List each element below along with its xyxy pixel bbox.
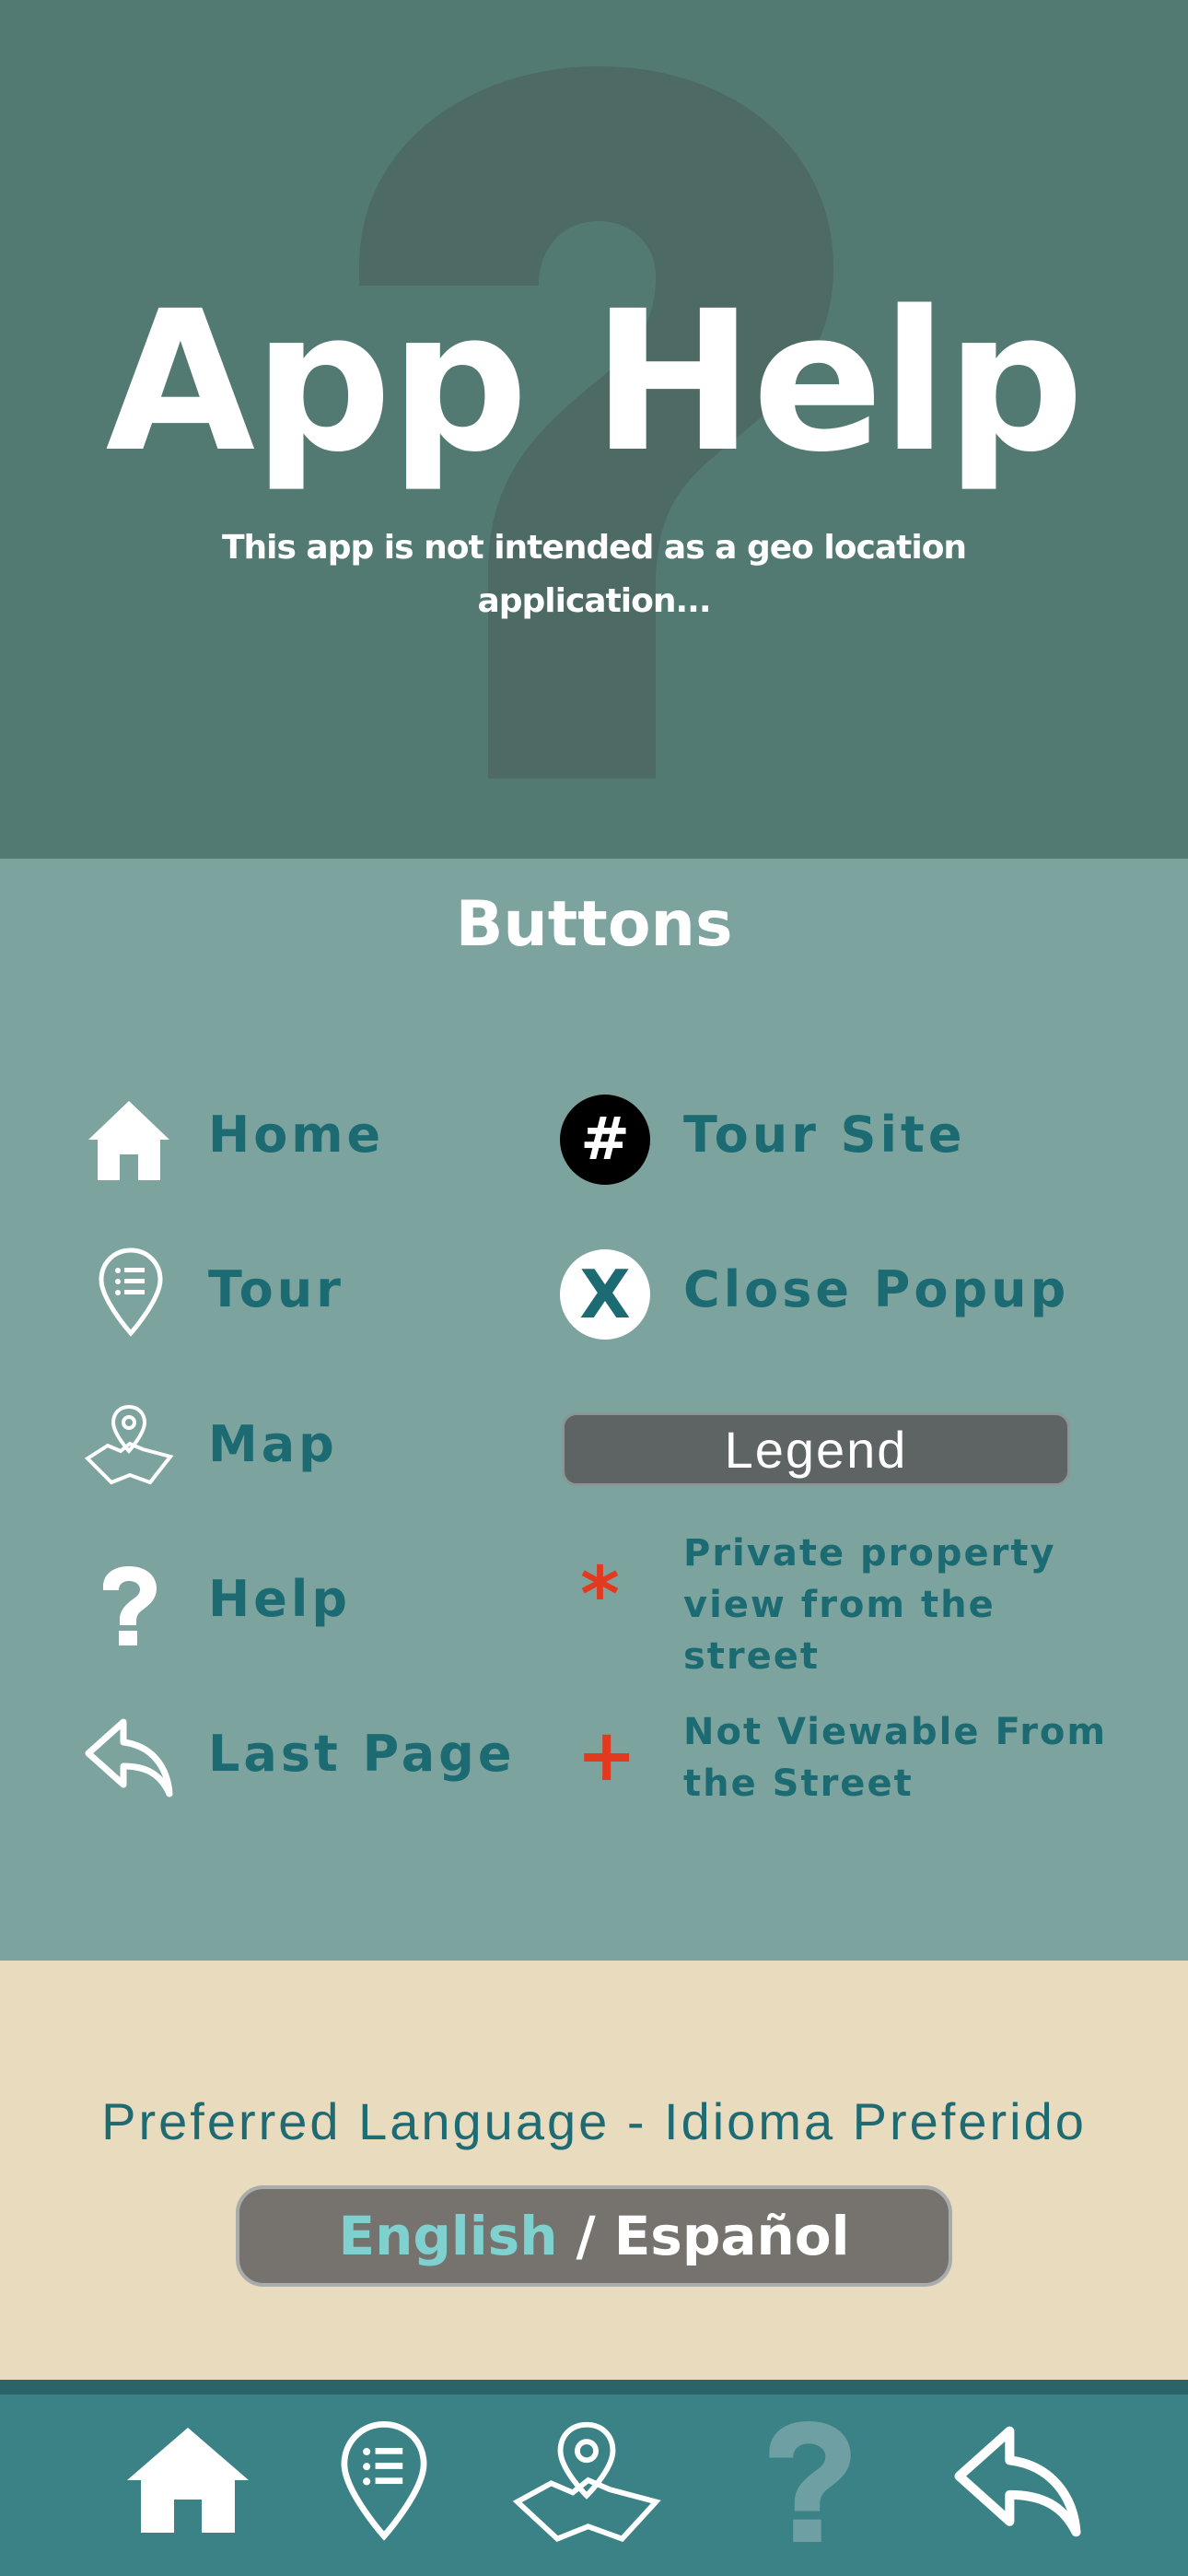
language-section: Preferred Language - Idioma Preferido En… (0, 1961, 1188, 2380)
help-button-label: Help (208, 1570, 351, 1628)
page-subtitle: This app is not intended as a geo locati… (221, 529, 967, 620)
question-icon (90, 1559, 168, 1651)
map-button-label: Map (208, 1415, 338, 1473)
tour-list-pin-icon (90, 1246, 171, 1338)
plus-icon: + (577, 1715, 637, 1797)
question-icon (769, 2421, 851, 2542)
legend-not-viewable-label: Not Viewable From the Street (683, 1711, 1108, 1805)
asterisk-icon: * (580, 1551, 620, 1639)
language-toggle[interactable]: English / Español (236, 2185, 952, 2287)
nav-back-button[interactable] (949, 2411, 1087, 2549)
buttons-heading: Buttons (455, 888, 733, 961)
hash-circle-icon: # (560, 1095, 650, 1185)
page-title: App Help (105, 269, 1085, 495)
close-glyph: X (579, 1256, 631, 1333)
english-option[interactable]: English (338, 2205, 557, 2267)
nav-map-button[interactable] (508, 2411, 665, 2549)
tour-list-pin-icon (341, 2421, 427, 2541)
close-popup-button-label: Close Popup (683, 1260, 1070, 1318)
back-arrow-icon (81, 1714, 177, 1800)
language-separator: / (576, 2205, 596, 2267)
spanish-option[interactable]: Español (614, 2205, 850, 2267)
nav-tour-button[interactable] (333, 2411, 435, 2549)
nav-divider (0, 2380, 1188, 2395)
nav-home-button[interactable] (120, 2411, 256, 2549)
nav-help-button[interactable] (753, 2411, 864, 2549)
legend-button[interactable]: Legend (562, 1412, 1070, 1486)
home-button-label: Home (208, 1106, 385, 1164)
buttons-legend-section: Buttons Home Tour Map Help Last Page # T… (0, 859, 1188, 1961)
last-page-button-label: Last Page (208, 1725, 516, 1783)
language-heading: Preferred Language - Idioma Preferido (101, 2092, 1087, 2150)
bottom-nav-bar (0, 2395, 1188, 2576)
tour-button-label: Tour (208, 1260, 344, 1318)
hero-section: App Help This app is not intended as a g… (0, 0, 1188, 859)
back-arrow-icon (954, 2426, 1081, 2537)
map-pin-icon (512, 2421, 661, 2542)
map-pin-icon (83, 1402, 175, 1487)
home-icon (127, 2428, 249, 2533)
home-icon (83, 1094, 175, 1186)
close-circle-icon: X (560, 1249, 650, 1340)
legend-private-property-label: Private property view from the street (683, 1532, 1056, 1678)
tour-site-button-label: Tour Site (683, 1106, 966, 1164)
hash-glyph: # (580, 1106, 630, 1174)
